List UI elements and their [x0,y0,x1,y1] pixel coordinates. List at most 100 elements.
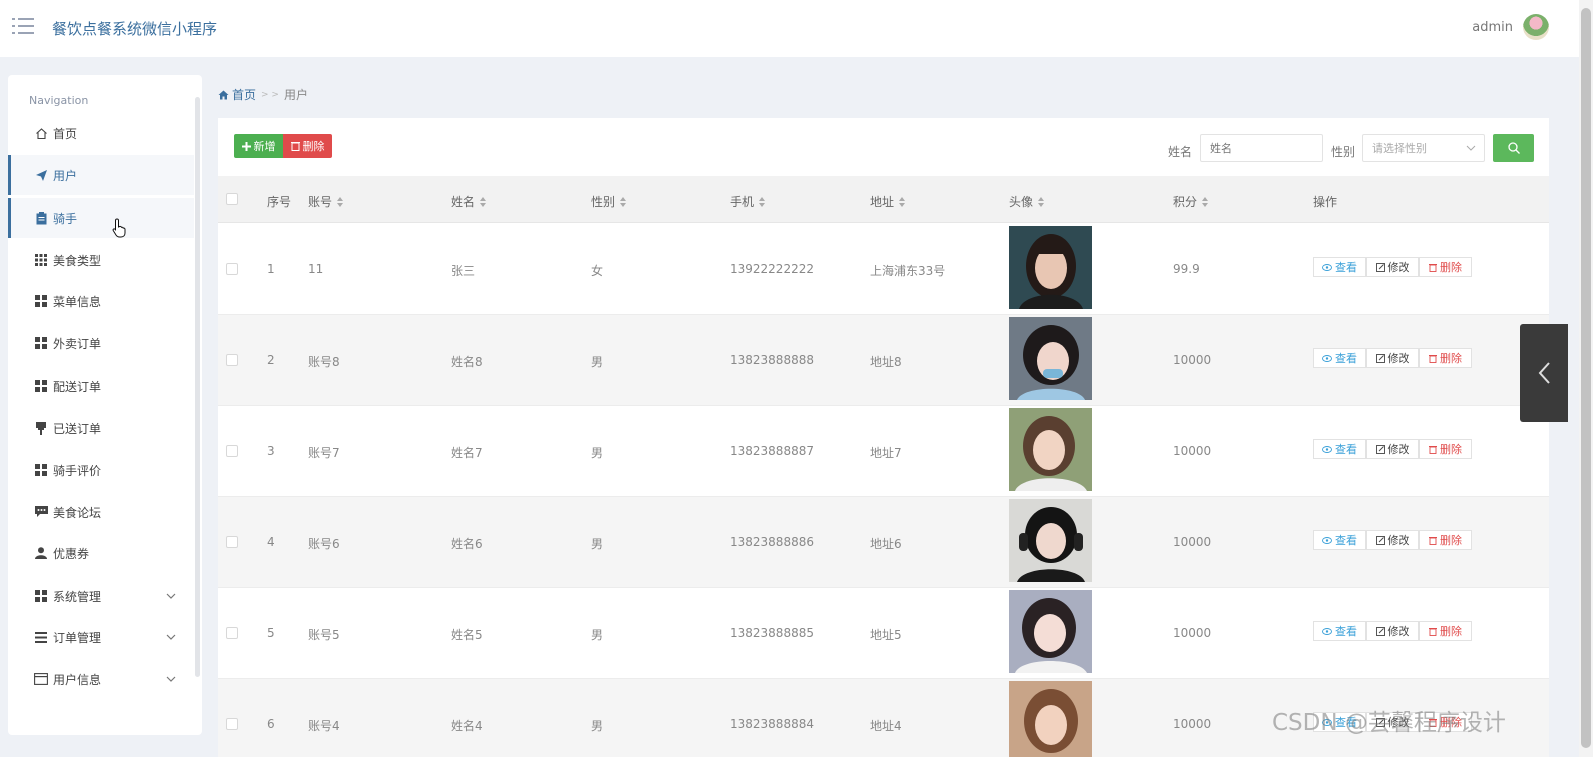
view-button[interactable]: 查看 [1313,621,1366,641]
sidebar-item-system-management[interactable]: 系统管理 [8,576,194,616]
row-delete-button[interactable]: 删除 [1419,257,1472,277]
view-button[interactable]: 查看 [1313,348,1366,368]
avatar[interactable] [1523,14,1549,40]
select-all-checkbox[interactable] [226,193,238,205]
pushpin-icon [34,421,48,435]
cell-index: 3 [267,444,275,458]
sidebar-item-delivered-orders[interactable]: 已送订单 [8,408,194,448]
row-checkbox[interactable] [226,627,238,639]
row-delete-button[interactable]: 删除 [1419,348,1472,368]
row-checkbox[interactable] [226,718,238,730]
chevron-down-icon [166,673,178,685]
collapse-panel-button[interactable] [1520,324,1568,422]
cell-account: 账号7 [308,446,340,460]
sidebar-item-label: 已送订单 [53,421,102,436]
user-avatar-image[interactable] [1009,681,1092,757]
sidebar-item-label: 外卖订单 [53,336,102,351]
sort-icon[interactable] [620,196,627,207]
add-button[interactable]: 新增 [234,134,283,158]
cell-phone: 13823888884 [730,717,814,731]
row-delete-button[interactable]: 删除 [1419,439,1472,459]
edit-button[interactable]: 修改 [1366,439,1419,459]
chevron-left-icon [1538,362,1550,384]
column-header-points[interactable]: 积分 [1173,193,1209,210]
table-header: 序号 账号 姓名 性别 手机 地址 头像 积分 操作 [218,176,1549,223]
column-header-name[interactable]: 姓名 [451,193,487,210]
cell-address: 地址4 [870,719,902,733]
cell-gender: 女 [591,264,604,278]
grid-icon [34,336,48,350]
cell-account: 账号8 [308,355,340,369]
column-header-avatar[interactable]: 头像 [1009,193,1045,210]
user-name[interactable]: admin [1472,20,1513,35]
sidebar-item-order-management[interactable]: 订单管理 [8,617,194,657]
user-avatar-image[interactable] [1009,317,1092,400]
view-button[interactable]: 查看 [1313,530,1366,550]
sort-icon[interactable] [337,196,344,207]
sidebar-item-food-types[interactable]: 美食类型 [8,240,194,280]
sort-icon[interactable] [759,196,766,207]
table-row: 2 账号8 姓名8 男 13823888888 地址8 10000 查看 修改 … [218,315,1549,406]
sidebar: Navigation 首页 用户 骑手 美食类型 菜单信息 外卖订单 配送订单 … [8,75,202,735]
gender-filter-select[interactable]: 请选择性别 [1362,134,1485,162]
plus-icon [241,141,251,151]
sort-icon[interactable] [480,196,487,207]
edit-button[interactable]: 修改 [1366,621,1419,641]
user-avatar-image[interactable] [1009,408,1092,491]
sidebar-item-users[interactable]: 用户 [8,155,194,195]
edit-button[interactable]: 修改 [1366,348,1419,368]
cell-index: 2 [267,353,275,367]
sidebar-item-food-forum[interactable]: 美食论坛 [8,492,194,532]
column-header-account[interactable]: 账号 [308,193,344,210]
sidebar-item-user-info[interactable]: 用户信息 [8,659,194,699]
eye-icon [1322,354,1332,362]
column-header-gender[interactable]: 性别 [591,193,627,210]
edit-icon [1375,353,1385,363]
breadcrumb-home[interactable]: 首页 [218,86,256,103]
sidebar-item-label: 骑手 [53,211,78,226]
cell-address: 地址8 [870,355,902,369]
row-checkbox[interactable] [226,536,238,548]
sidebar-item-menu-info[interactable]: 菜单信息 [8,281,194,321]
name-filter-input[interactable] [1200,134,1323,162]
menu-toggle-icon[interactable] [12,18,34,36]
user-avatar-image[interactable] [1009,590,1092,673]
row-checkbox[interactable] [226,445,238,457]
edit-button[interactable]: 修改 [1366,257,1419,277]
send-icon [34,168,48,182]
view-button[interactable]: 查看 [1313,439,1366,459]
sidebar-item-coupons[interactable]: 优惠券 [8,533,194,573]
sidebar-item-label: 菜单信息 [53,294,102,309]
sidebar-item-home[interactable]: 首页 [8,113,194,153]
column-header-address[interactable]: 地址 [870,193,906,210]
view-button[interactable]: 查看 [1313,257,1366,277]
sidebar-item-label: 用户信息 [53,672,102,687]
row-checkbox[interactable] [226,263,238,275]
page-scrollbar[interactable] [1579,0,1593,757]
grid-icon [34,294,48,308]
page-scrollbar-thumb[interactable] [1581,8,1591,748]
delete-button[interactable]: 删除 [283,134,332,158]
user-avatar-image[interactable] [1009,499,1092,582]
edit-button[interactable]: 修改 [1366,530,1419,550]
row-delete-button[interactable]: 删除 [1419,530,1472,550]
table-row: 1 11 张三 女 13922222222 上海浦东33号 99.9 查看 修改… [218,224,1549,315]
search-button[interactable] [1493,134,1534,162]
row-checkbox[interactable] [226,354,238,366]
sort-icon[interactable] [1038,196,1045,207]
cell-gender: 男 [591,537,604,551]
sidebar-item-delivery-orders[interactable]: 配送订单 [8,366,194,406]
edit-icon [1375,626,1385,636]
column-header-phone[interactable]: 手机 [730,193,766,210]
cell-points: 10000 [1173,535,1212,549]
sidebar-item-label: 配送订单 [53,379,102,394]
user-avatar-image[interactable] [1009,226,1092,309]
sidebar-item-takeout-orders[interactable]: 外卖订单 [8,323,194,363]
row-delete-button[interactable]: 删除 [1419,621,1472,641]
sidebar-item-rider-reviews[interactable]: 骑手评价 [8,450,194,490]
sidebar-item-riders[interactable]: 骑手 [8,198,194,238]
sidebar-scrollbar[interactable] [195,97,200,677]
sort-icon[interactable] [899,196,906,207]
sort-icon[interactable] [1202,196,1209,207]
grid-icon [34,463,48,477]
